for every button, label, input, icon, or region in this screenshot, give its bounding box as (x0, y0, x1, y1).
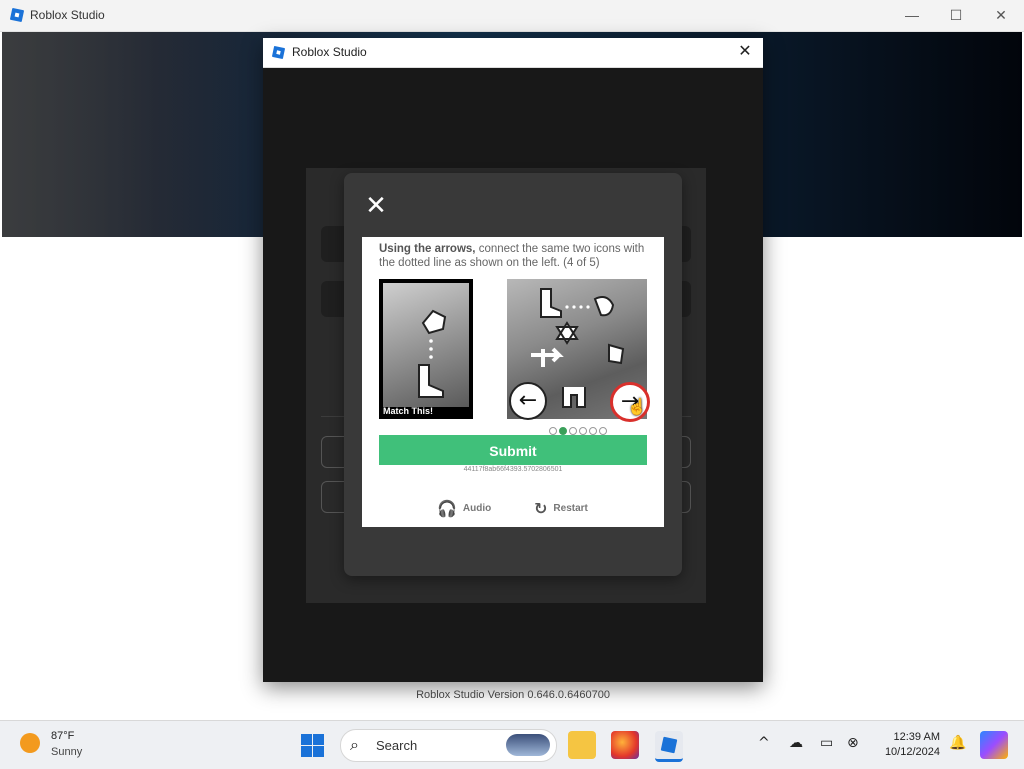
version-label: Roblox Studio Version 0.646.0.6460700 (416, 689, 610, 701)
minimize-button[interactable]: — (900, 5, 924, 25)
captcha-modal: ✕ Using the arrows, connect the same two… (344, 173, 682, 576)
progress-dot (569, 427, 577, 435)
cloud-offline-icon[interactable]: ☁ (789, 735, 803, 751)
date: 10/12/2024 (884, 746, 940, 758)
app-title: Roblox Studio (30, 8, 105, 22)
headphones-icon: 🎧 (437, 499, 457, 518)
star-icon (555, 321, 579, 345)
dotted-line-dot (429, 339, 433, 343)
dialog-close-button[interactable]: ✕ (735, 42, 755, 62)
arrow-left-icon: ← (518, 388, 538, 413)
clock[interactable]: 12:39 AM 10/12/2024 (870, 730, 940, 760)
windows-logo-pane (313, 746, 324, 757)
example-icons (418, 309, 447, 398)
search-placeholder: Search (376, 738, 418, 753)
app-titlebar: Roblox Studio — ☐ ✕ (0, 0, 1024, 32)
hand-cursor-icon: ☝ (627, 399, 647, 416)
windows-logo-pane (313, 734, 324, 745)
progress-dots (549, 422, 609, 435)
roblox-studio-taskbar-icon[interactable] (655, 731, 683, 762)
roblox-studio-logo-icon (660, 736, 678, 754)
app-background-shade (2, 32, 252, 237)
roblox-studio-logo-icon (10, 8, 24, 22)
captcha-puzzle: Using the arrows, connect the same two i… (362, 237, 664, 527)
left-arrow-button[interactable]: ← (509, 382, 547, 420)
captcha-instruction: Using the arrows, connect the same two i… (379, 243, 645, 269)
temperature[interactable]: 87°F (51, 730, 74, 742)
file-explorer-icon[interactable] (568, 731, 596, 759)
chevron-up-icon[interactable]: ^ (758, 735, 770, 751)
match-example: Match This! (379, 279, 473, 419)
progress-dot-current (559, 427, 567, 435)
dotted-line-dot (565, 305, 569, 309)
roblox-studio-logo-icon (272, 46, 285, 59)
restart-icon: ↻ (534, 499, 548, 518)
submit-button[interactable]: Submit (379, 435, 647, 465)
dotted-line-dot (429, 347, 433, 351)
captcha-close-button[interactable]: ✕ (364, 192, 388, 218)
dialog-title: Roblox Studio (292, 45, 367, 59)
puzzle-board: ← → ☝ (507, 279, 650, 422)
match-label: Match This! (383, 406, 434, 416)
dialog-titlebar: Roblox Studio ✕ (263, 38, 763, 68)
firefox-icon[interactable] (611, 731, 639, 759)
maximize-button[interactable]: ☐ (944, 5, 968, 25)
dotted-line-dot (572, 305, 576, 309)
dotted-line-dot (579, 305, 583, 309)
start-button[interactable] (301, 734, 325, 758)
progress-dot (549, 427, 557, 435)
windows-logo-pane (301, 734, 312, 745)
sun-icon[interactable] (20, 733, 40, 753)
taskbar: 87°F Sunny ⌕ Search ^ ☁ ▭ ⊗ 12:39 AM 10/… (0, 720, 1024, 769)
close-button[interactable]: ✕ (989, 5, 1013, 25)
weather-condition[interactable]: Sunny (51, 746, 82, 758)
taskbar-search[interactable]: ⌕ Search (340, 729, 557, 762)
copilot-icon[interactable] (980, 731, 1008, 759)
restart-button[interactable]: ↻ Restart (534, 499, 588, 518)
network-icon[interactable]: ⊗ (847, 735, 859, 751)
display-icon[interactable]: ▭ (820, 735, 833, 751)
search-highlight-image (506, 734, 550, 756)
shape-icon (562, 387, 586, 408)
dotted-line-dot (429, 355, 433, 359)
drop-icon (593, 296, 615, 317)
bell-shape-icon (608, 343, 625, 365)
progress-dot (589, 427, 597, 435)
example-image (383, 283, 469, 407)
time: 12:39 AM (893, 731, 940, 743)
windows-logo-pane (301, 746, 312, 757)
audio-button[interactable]: 🎧 Audio (437, 499, 491, 518)
bell-shape-icon (421, 309, 447, 335)
dotted-line-dot (586, 305, 590, 309)
session-id: 44117f8ab66f4393.5702806501 (463, 466, 563, 473)
boot-icon (540, 288, 562, 318)
progress-dot (579, 427, 587, 435)
signpost-icon (531, 347, 564, 367)
search-icon: ⌕ (350, 735, 359, 754)
notification-bell-icon[interactable]: 🔔 (949, 735, 966, 751)
boot-icon (418, 364, 444, 398)
progress-dot (599, 427, 607, 435)
